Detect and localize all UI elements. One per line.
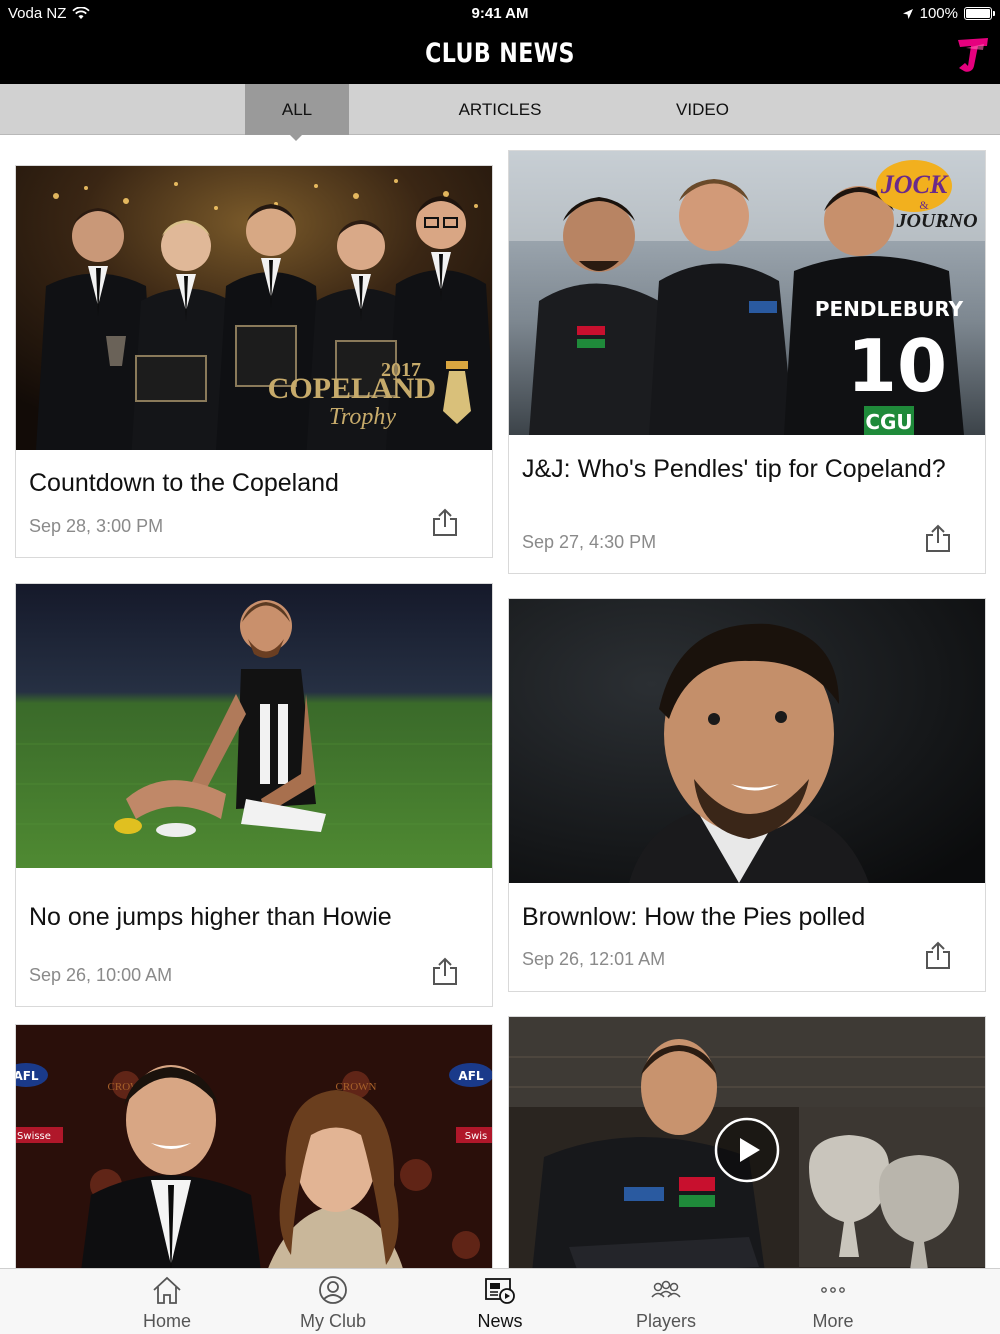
play-icon[interactable]	[714, 1117, 780, 1183]
image-text-sponsor: Swisse	[17, 1131, 51, 1142]
more-dots-icon	[821, 1287, 845, 1293]
image-jersey-name: PENDLEBURY	[815, 297, 964, 321]
status-battery: 100%	[902, 5, 995, 22]
share-icon[interactable]	[923, 524, 953, 554]
user-circle-icon	[319, 1276, 347, 1304]
bottom-tab-bar: Home My Club News Players More	[0, 1268, 1000, 1334]
article-title: Countdown to the Copeland	[29, 469, 339, 497]
share-icon[interactable]	[430, 508, 460, 538]
location-arrow-icon	[902, 8, 913, 19]
image-text-afl: AFL	[16, 1069, 39, 1083]
article-title: Brownlow: How the Pies polled	[522, 903, 866, 931]
tabbar-label: More	[812, 1311, 854, 1331]
top-bar: Voda NZ 9:41 AM 100% CLUB NEWS	[0, 0, 1000, 84]
news-card[interactable]: 2017 COPELAND Trophy Countdown to the Co…	[15, 165, 493, 558]
image-jersey-number: 10	[847, 324, 947, 408]
news-card[interactable]: CROWN CROWN AFL AFL Swisse Swis	[15, 1024, 493, 1284]
tab-articles[interactable]: ARTICLES	[430, 84, 570, 135]
battery-icon	[964, 7, 995, 20]
home-icon	[153, 1276, 181, 1304]
tabbar-item-more[interactable]: More	[733, 1269, 933, 1334]
news-icon	[485, 1278, 515, 1304]
image-caption-trophy: Trophy	[329, 404, 396, 430]
status-time: 9:41 AM	[471, 5, 529, 22]
article-title: J&J: Who's Pendles' tip for Copeland?	[522, 455, 946, 483]
page-title: CLUB NEWS	[425, 38, 575, 69]
image-text-sponsor: Swis	[465, 1131, 488, 1142]
news-card[interactable]	[508, 1016, 986, 1284]
filter-tabs: ALL ARTICLES VIDEO	[0, 84, 1000, 135]
image-caption-copeland: COPELAND	[268, 372, 436, 405]
image-sponsor: CGU	[865, 410, 912, 434]
news-card[interactable]: Brownlow: How the Pies polled Sep 26, 12…	[508, 598, 986, 992]
tab-all[interactable]: ALL	[245, 84, 349, 135]
news-card[interactable]: No one jumps higher than Howie Sep 26, 1…	[15, 583, 493, 1007]
article-image: 2017 COPELAND Trophy	[16, 166, 492, 450]
share-icon[interactable]	[430, 957, 460, 987]
article-title: No one jumps higher than Howie	[29, 903, 392, 931]
article-date: Sep 26, 12:01 AM	[522, 949, 666, 969]
article-image	[509, 599, 985, 883]
image-logo-jock: JOCK	[880, 170, 949, 199]
article-date: Sep 28, 3:00 PM	[29, 516, 164, 536]
news-card[interactable]: PENDLEBURY 10 CGU JOCK & JOURNO J&J: Who…	[508, 150, 986, 574]
active-tab-indicator	[290, 135, 302, 141]
article-image: PENDLEBURY 10 CGU JOCK & JOURNO	[509, 151, 985, 435]
article-date: Sep 27, 4:30 PM	[522, 532, 657, 552]
players-icon	[651, 1280, 681, 1298]
battery-percent: 100%	[919, 5, 958, 22]
article-image: CROWN CROWN AFL AFL Swisse Swis	[16, 1025, 492, 1283]
share-icon[interactable]	[923, 941, 953, 971]
image-text-afl: AFL	[458, 1069, 483, 1083]
article-image	[16, 584, 492, 868]
telstra-logo-icon	[958, 38, 988, 72]
article-date: Sep 26, 10:00 AM	[29, 965, 173, 985]
image-logo-journo: JOURNO	[895, 210, 977, 232]
tab-video[interactable]: VIDEO	[640, 84, 765, 135]
